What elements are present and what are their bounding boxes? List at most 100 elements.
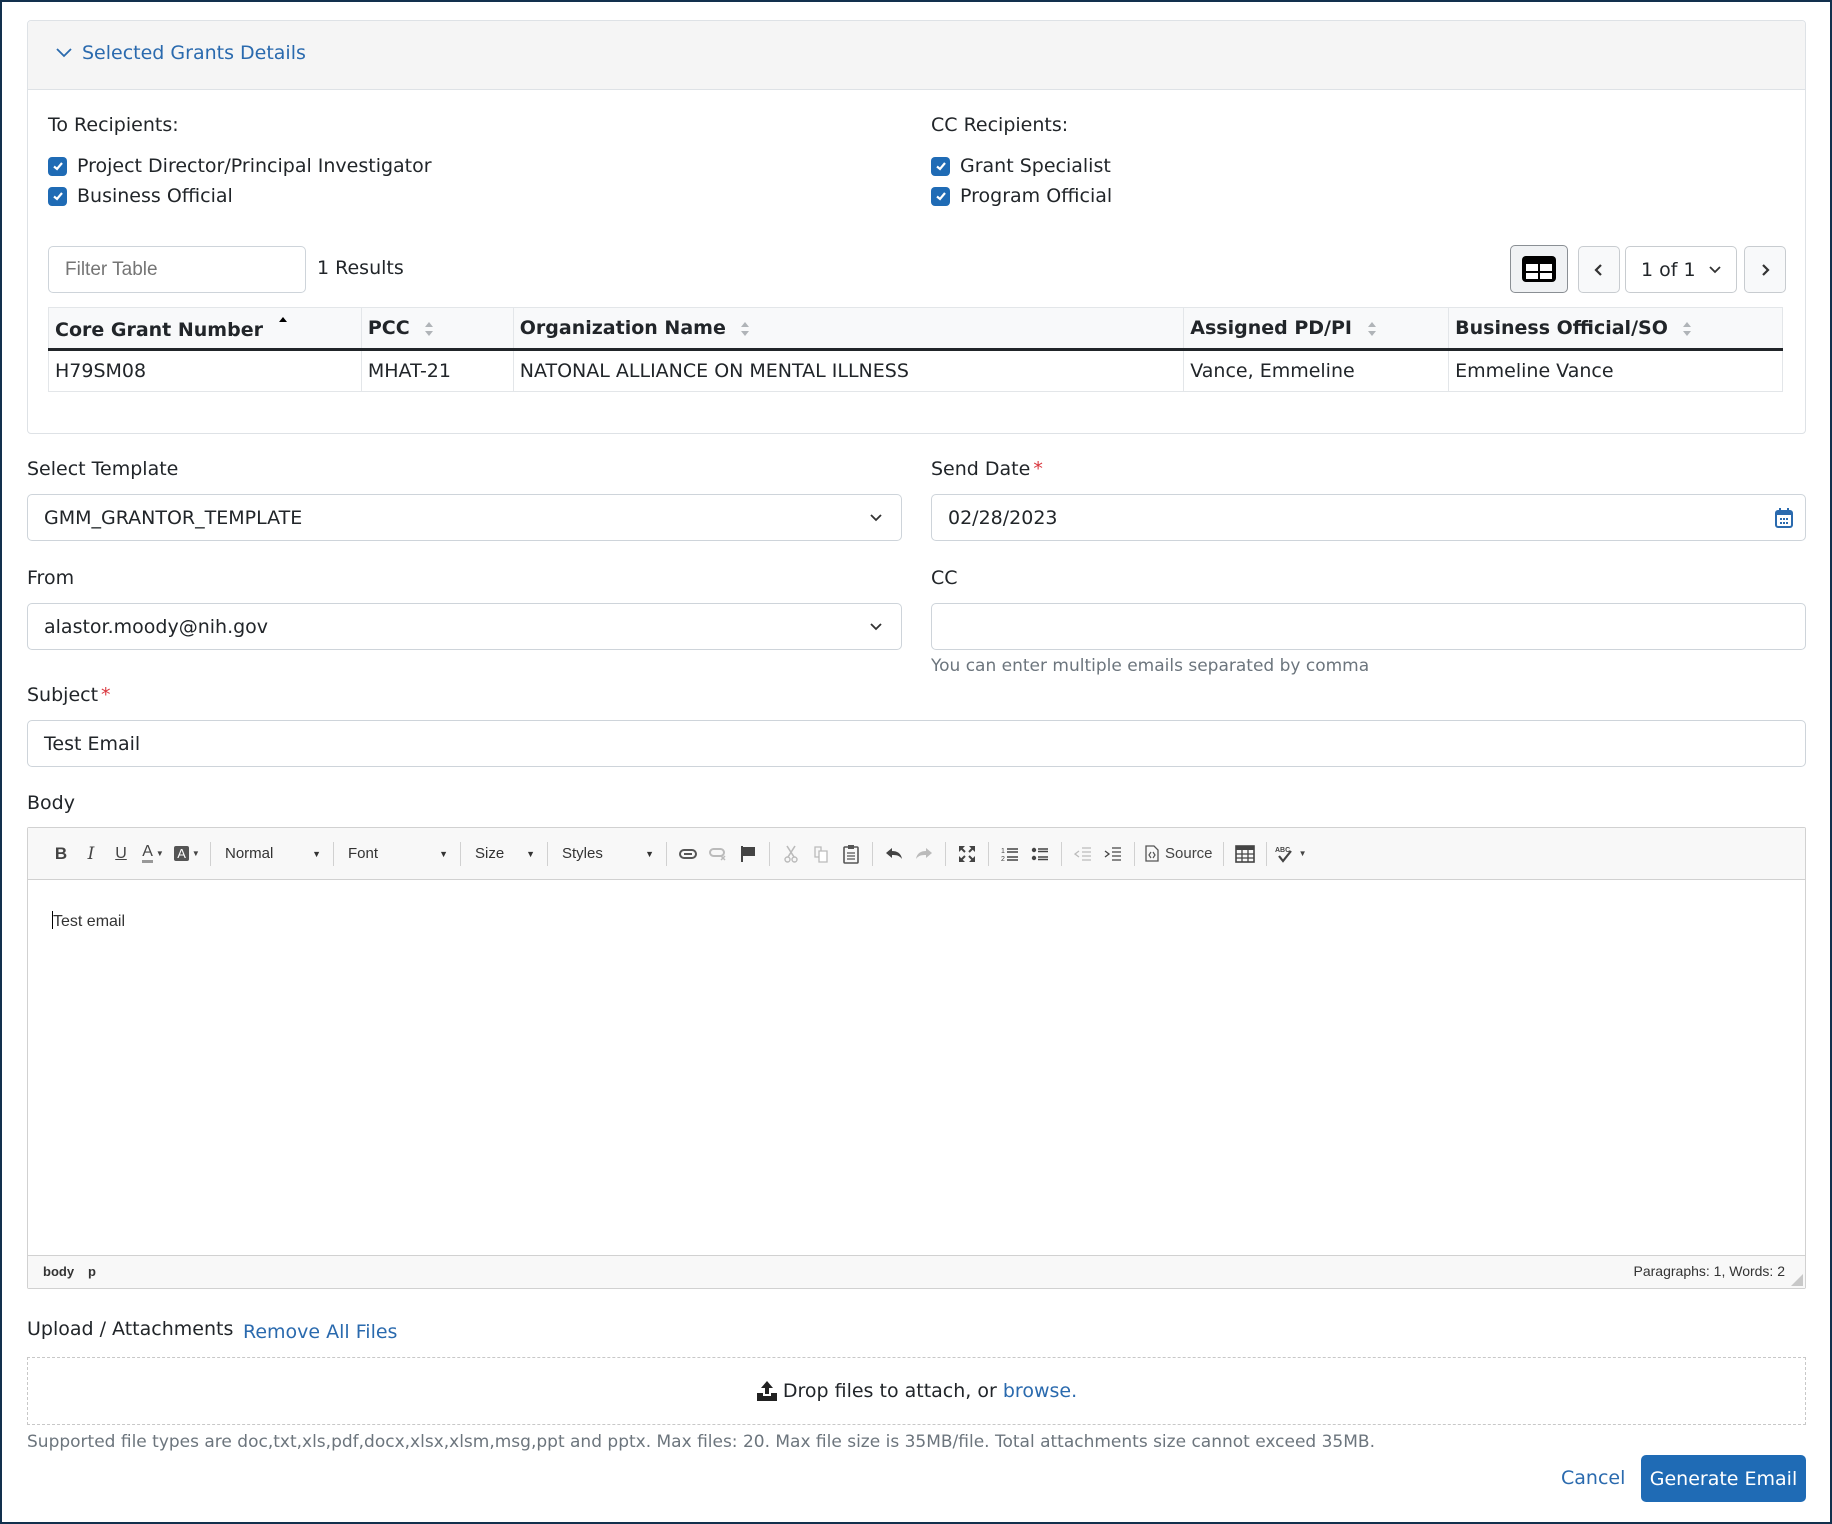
- bulleted-list-icon[interactable]: [1025, 839, 1055, 869]
- required-indicator: *: [1033, 458, 1043, 480]
- cc-recipients-group: Grant Specialist Program Official: [931, 151, 1112, 211]
- column-header-business-official[interactable]: Business Official/SO: [1448, 307, 1783, 351]
- cut-icon[interactable]: [776, 839, 806, 869]
- italic-icon[interactable]: I: [76, 839, 106, 869]
- grants-table: Core Grant Number PCC Organization Name …: [48, 307, 1783, 392]
- email-dialog: Selected Grants Details To Recipients: P…: [0, 0, 1832, 1524]
- bold-icon[interactable]: B: [46, 839, 76, 869]
- cc-input[interactable]: [931, 603, 1806, 650]
- cc-label: CC: [931, 567, 958, 589]
- checkbox-checked[interactable]: [931, 156, 950, 176]
- column-header-assigned-pdpi[interactable]: Assigned PD/PI: [1183, 307, 1450, 351]
- decrease-indent-icon[interactable]: [1068, 839, 1098, 869]
- panel-header: Selected Grants Details: [28, 21, 1805, 90]
- underline-icon[interactable]: U: [106, 839, 136, 869]
- toolbar-separator: [333, 841, 334, 866]
- toolbar-separator: [988, 841, 989, 866]
- styles-dropdown[interactable]: Styles ▼: [554, 839, 660, 869]
- from-select[interactable]: alastor.moody@nih.gov: [27, 603, 902, 650]
- to-recipient-business-official[interactable]: Business Official: [48, 181, 432, 211]
- chevron-left-icon: [1594, 263, 1602, 276]
- browse-link[interactable]: browse.: [1003, 1380, 1077, 1402]
- send-date-input[interactable]: 02/28/2023: [931, 494, 1806, 541]
- increase-indent-icon[interactable]: [1098, 839, 1128, 869]
- column-header-organization-name[interactable]: Organization Name: [512, 307, 1185, 351]
- table-view-toggle[interactable]: [1510, 245, 1568, 293]
- cancel-button[interactable]: Cancel: [1561, 1467, 1625, 1489]
- checkbox-label: Business Official: [77, 185, 233, 207]
- template-select[interactable]: GMM_GRANTOR_TEMPLATE: [27, 494, 902, 541]
- size-dropdown[interactable]: Size ▼: [467, 839, 541, 869]
- spellcheck-icon[interactable]: ABC ▼: [1273, 839, 1309, 869]
- anchor-flag-icon[interactable]: [733, 839, 763, 869]
- check-icon: [52, 192, 63, 201]
- subject-input[interactable]: Test Email: [27, 720, 1806, 767]
- source-button[interactable]: Source: [1141, 839, 1217, 869]
- element-path-body[interactable]: body: [43, 1264, 74, 1279]
- results-count: 1 Results: [317, 257, 404, 279]
- toolbar-separator: [1222, 841, 1224, 866]
- table-icon[interactable]: [1230, 839, 1260, 869]
- redo-icon[interactable]: [909, 839, 939, 869]
- toolbar-separator: [666, 841, 667, 866]
- undo-icon[interactable]: [879, 839, 909, 869]
- editor-content[interactable]: Test email: [28, 880, 1805, 1257]
- filter-table-input[interactable]: [48, 246, 306, 293]
- selected-grants-panel: Selected Grants Details To Recipients: P…: [27, 20, 1806, 434]
- text-color-icon[interactable]: A ▼: [136, 839, 170, 869]
- page-label: 1 of 1: [1641, 258, 1696, 281]
- checkbox-label: Program Official: [960, 185, 1113, 207]
- sort-ascending-icon: [278, 316, 287, 322]
- checkbox-checked[interactable]: [48, 156, 67, 176]
- from-value: alastor.moody@nih.gov: [44, 615, 269, 638]
- table-grid-icon: [1522, 256, 1556, 282]
- upload-label: Upload / Attachments: [27, 1318, 234, 1340]
- unlink-icon[interactable]: [703, 839, 733, 869]
- prev-page-button[interactable]: [1578, 246, 1620, 293]
- word-count: Paragraphs: 1, Words: 2: [1633, 1263, 1785, 1279]
- template-value: GMM_GRANTOR_TEMPLATE: [44, 506, 303, 529]
- chevron-down-icon: [870, 513, 882, 521]
- cc-recipient-grant-specialist[interactable]: Grant Specialist: [931, 151, 1112, 181]
- checkbox-checked[interactable]: [48, 186, 67, 206]
- body-label: Body: [27, 792, 75, 814]
- svg-text:ABC: ABC: [1275, 847, 1290, 854]
- toolbar-separator: [210, 841, 211, 866]
- calendar-icon[interactable]: [1775, 507, 1793, 528]
- copy-icon[interactable]: [806, 839, 836, 869]
- dropdown-arrow-icon: ▼: [526, 848, 535, 859]
- font-dropdown[interactable]: Font ▼: [340, 839, 454, 869]
- numbered-list-icon[interactable]: 12: [995, 839, 1025, 869]
- dropdown-arrow-icon: ▼: [312, 848, 321, 859]
- editor-toolbar: B I U A ▼ A ▼ Normal ▼ Font ▼ Size ▼ Styles ▼: [28, 828, 1805, 880]
- table-row[interactable]: H79SM08 MHAT-21 NATONAL ALLIANCE ON MENT…: [48, 349, 1783, 392]
- generate-email-button[interactable]: Generate Email: [1641, 1455, 1806, 1502]
- background-color-icon[interactable]: A ▼: [170, 839, 204, 869]
- maximize-icon[interactable]: [952, 839, 982, 869]
- file-dropzone[interactable]: Drop files to attach, or browse.: [27, 1357, 1806, 1425]
- sort-icon: [1683, 321, 1692, 336]
- paste-icon[interactable]: [836, 839, 866, 869]
- dropdown-arrow-icon: ▼: [439, 848, 448, 859]
- column-header-core-grant-number[interactable]: Core Grant Number: [48, 307, 362, 351]
- next-page-button[interactable]: [1744, 246, 1786, 293]
- page-select[interactable]: 1 of 1: [1625, 246, 1737, 293]
- cc-recipient-program-official[interactable]: Program Official: [931, 181, 1112, 211]
- editor-statusbar: body p Paragraphs: 1, Words: 2: [28, 1255, 1805, 1288]
- check-icon: [935, 162, 946, 171]
- to-recipient-pdpi[interactable]: Project Director/Principal Investigator: [48, 151, 432, 181]
- element-path-p[interactable]: p: [88, 1264, 96, 1279]
- remove-all-files-link[interactable]: Remove All Files: [243, 1321, 397, 1343]
- column-header-pcc[interactable]: PCC: [360, 307, 514, 351]
- panel-toggle[interactable]: Selected Grants Details: [54, 42, 306, 64]
- link-icon[interactable]: [673, 839, 703, 869]
- cell-pcc: MHAT-21: [360, 349, 514, 392]
- from-label: From: [27, 567, 75, 589]
- toolbar-separator: [872, 841, 873, 866]
- format-dropdown[interactable]: Normal ▼: [217, 839, 327, 869]
- svg-text:2: 2: [1001, 856, 1005, 862]
- checkbox-checked[interactable]: [931, 186, 950, 206]
- drop-text: Drop files to attach, or: [782, 1380, 997, 1402]
- toolbar-separator: [1265, 841, 1267, 866]
- resize-handle-icon[interactable]: [1791, 1274, 1803, 1286]
